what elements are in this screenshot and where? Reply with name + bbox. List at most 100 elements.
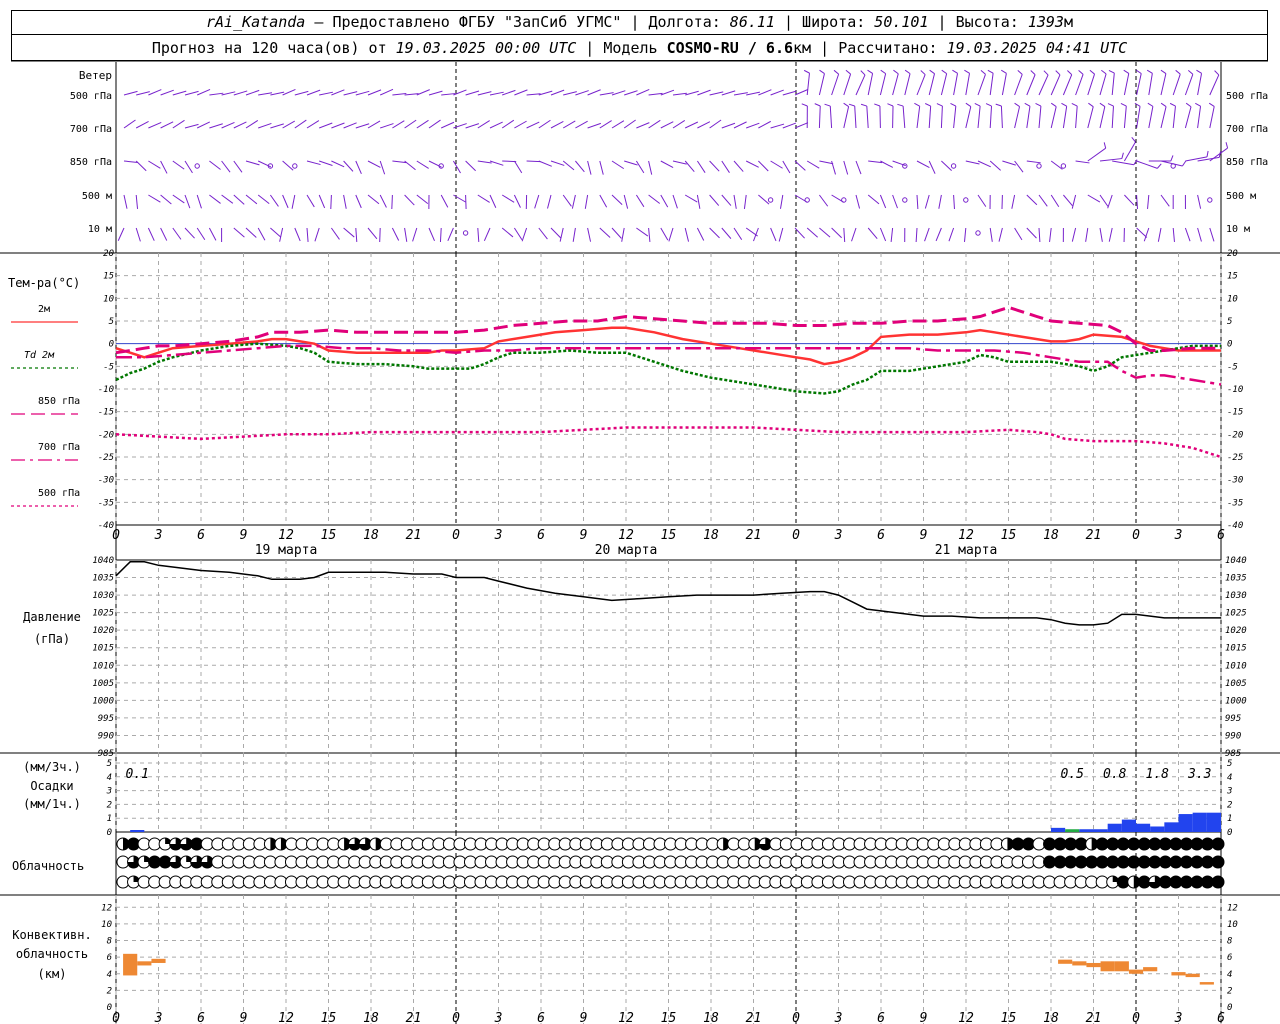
wind-barb xyxy=(428,90,443,96)
wind-barb xyxy=(1160,160,1183,167)
wind-barb xyxy=(989,73,994,96)
wind-barb xyxy=(892,194,898,209)
y-tick-conv-right: 4 xyxy=(1227,970,1232,980)
wind-barb xyxy=(709,160,720,172)
wind-barb xyxy=(245,227,257,238)
wind-barb xyxy=(928,106,932,129)
wind-barb-feather xyxy=(914,102,920,107)
wind-barb-feather xyxy=(1050,102,1057,107)
wind-barb xyxy=(550,121,564,129)
wind-barb xyxy=(343,160,354,172)
precip-bar xyxy=(1192,812,1207,832)
wind-barb xyxy=(521,227,528,242)
wind-barb xyxy=(412,227,418,242)
cloud-title: Облачность xyxy=(12,859,84,873)
wind-barb xyxy=(916,194,919,210)
wind-barb xyxy=(562,120,576,129)
conv-cloud-bar xyxy=(1114,961,1129,972)
wind-barb xyxy=(818,194,829,207)
wind-barb xyxy=(867,227,878,240)
wind-barb xyxy=(587,89,601,96)
wind-barb xyxy=(559,227,564,242)
wind-barb xyxy=(1148,106,1154,129)
wind-barb xyxy=(892,160,906,167)
wind-calm-circle xyxy=(1207,197,1213,203)
wind-barb xyxy=(416,160,429,169)
wind-barb xyxy=(623,194,629,209)
wind-barb xyxy=(306,194,315,208)
wind-barb xyxy=(1172,106,1176,129)
wind-barb xyxy=(851,227,857,242)
wind-barb xyxy=(636,227,649,237)
wind-barb-feather xyxy=(985,103,992,107)
precip-bar xyxy=(1121,819,1136,832)
wind-barb xyxy=(379,227,381,243)
wind-barb xyxy=(770,160,783,169)
wind-calm-circle xyxy=(1060,163,1067,169)
x-tick-label-temp: 9 xyxy=(580,528,588,543)
y-tick-conv-right: 2 xyxy=(1227,986,1232,996)
wind-calm-circle xyxy=(902,163,908,169)
wind-barb xyxy=(391,227,400,241)
wind-barb-feather xyxy=(904,69,911,75)
wind-barb xyxy=(330,194,332,210)
y-tick-conv: 12 xyxy=(101,903,112,913)
wind-barb xyxy=(1038,106,1042,129)
wind-barb xyxy=(721,122,736,129)
wind-barb xyxy=(526,160,541,163)
wind-barb-feather xyxy=(845,69,851,75)
y-tick-conv-right: 8 xyxy=(1227,937,1232,947)
wind-barb xyxy=(1107,194,1113,209)
wind-barb xyxy=(721,194,732,206)
wind-barb xyxy=(465,90,480,96)
wind-barb-feather xyxy=(824,103,831,107)
wind-barb xyxy=(1209,74,1220,96)
y-tick-pressure: 1005 xyxy=(92,679,114,689)
wind-level-label: 10 м xyxy=(88,224,112,235)
wind-barb xyxy=(538,227,548,240)
wind-barb xyxy=(575,120,588,129)
wind-level-label-right: 10 м xyxy=(1226,224,1250,235)
wind-barb xyxy=(209,160,221,170)
wind-barb xyxy=(513,227,523,241)
wind-barb-feather xyxy=(1120,102,1127,107)
y-tick-temp-right: -5 xyxy=(1227,362,1238,372)
wind-barb-feather xyxy=(920,70,926,75)
wind-barb xyxy=(513,160,523,174)
wind-barb xyxy=(636,122,650,129)
wind-barb xyxy=(989,227,993,242)
wind-barb xyxy=(172,194,185,204)
x-tick-label-bottom: 18 xyxy=(703,1011,719,1024)
cloud-cover-circle xyxy=(1211,875,1225,889)
x-tick-label-temp: 21 xyxy=(1086,528,1102,543)
wind-barb xyxy=(197,88,211,96)
y-tick-precip: 1 xyxy=(107,814,112,824)
wind-barb xyxy=(233,90,248,96)
y-tick-pressure-right: 1025 xyxy=(1225,609,1247,619)
day-label: 20 марта xyxy=(595,543,658,558)
wind-barb-feather xyxy=(1123,69,1130,74)
wind-barb xyxy=(1087,147,1106,162)
wind-barb xyxy=(1050,160,1063,170)
wind-barb xyxy=(743,194,747,209)
wind-barb xyxy=(935,227,942,242)
wind-barb xyxy=(343,227,355,238)
wind-barb-feather xyxy=(965,102,972,107)
wind-barb xyxy=(635,194,645,208)
wind-barb xyxy=(880,160,894,168)
wind-barb xyxy=(123,194,128,209)
wind-barb xyxy=(123,90,138,96)
wind-barb xyxy=(1123,141,1136,162)
wind-barb xyxy=(1099,194,1109,207)
wind-barb xyxy=(465,160,476,172)
wind-barb xyxy=(843,73,852,96)
y-tick-temp: -40 xyxy=(98,521,114,531)
wind-level-label-right: 500 м xyxy=(1226,191,1256,202)
wind-barb-feather xyxy=(1035,102,1042,107)
temp-legend-label: 2м xyxy=(38,304,50,315)
wind-barb xyxy=(855,160,862,175)
wind-barb-feather xyxy=(814,103,821,107)
wind-barb-feather xyxy=(833,69,839,75)
x-tick-label-bottom: 12 xyxy=(278,1011,294,1024)
wind-barb xyxy=(439,227,442,243)
